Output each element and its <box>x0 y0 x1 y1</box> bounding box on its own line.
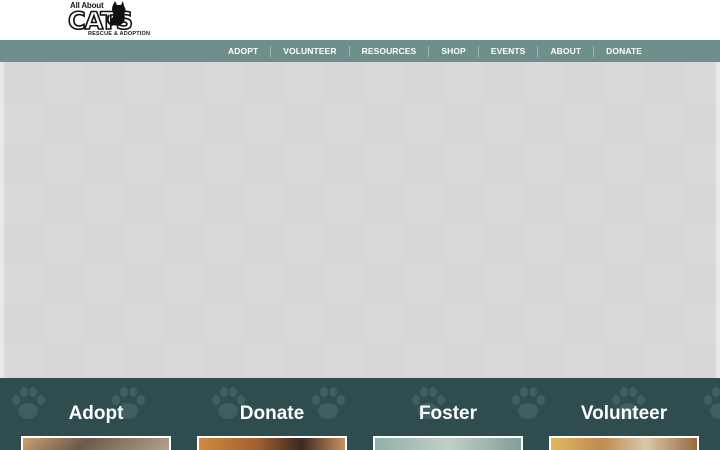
card-adopt[interactable]: Adopt <box>21 378 171 450</box>
card-volunteer[interactable]: Volunteer <box>549 378 699 450</box>
card-image[interactable] <box>197 436 347 450</box>
card-image[interactable] <box>549 436 699 450</box>
nav-events[interactable]: EVENTS <box>479 40 538 62</box>
main-nav-bar: ADOPT VOLUNTEER RESOURCES SHOP EVENTS AB… <box>0 40 720 62</box>
nav-about[interactable]: ABOUT <box>538 40 593 62</box>
site-header: All About CATS RESCUE & ADOPTION <box>0 0 720 40</box>
card-title: Volunteer <box>580 403 668 424</box>
card-foster[interactable]: Foster <box>373 378 523 450</box>
nav-volunteer[interactable]: VOLUNTEER <box>271 40 348 62</box>
nav-adopt[interactable]: ADOPT <box>216 40 270 62</box>
card-title: Donate <box>239 403 305 424</box>
hero-edge-right <box>716 62 720 378</box>
nav-shop[interactable]: SHOP <box>429 40 478 62</box>
action-band: Adopt Donate Foster Volunteer <box>0 378 720 450</box>
card-title: Adopt <box>68 403 124 424</box>
logo-line-3: RESCUE & ADOPTION <box>88 31 151 37</box>
card-title: Foster <box>418 403 478 424</box>
nav-resources[interactable]: RESOURCES <box>350 40 429 62</box>
card-image[interactable] <box>21 436 171 450</box>
card-image[interactable] <box>373 436 523 450</box>
nav-donate[interactable]: DONATE <box>594 40 654 62</box>
cat-silhouette-icon <box>107 1 126 26</box>
card-donate[interactable]: Donate <box>197 378 347 450</box>
main-nav: ADOPT VOLUNTEER RESOURCES SHOP EVENTS AB… <box>216 40 654 62</box>
hero-banner <box>4 62 716 378</box>
site-logo[interactable]: All About CATS RESCUE & ADOPTION <box>67 1 173 39</box>
paw-print-icon <box>704 387 720 419</box>
